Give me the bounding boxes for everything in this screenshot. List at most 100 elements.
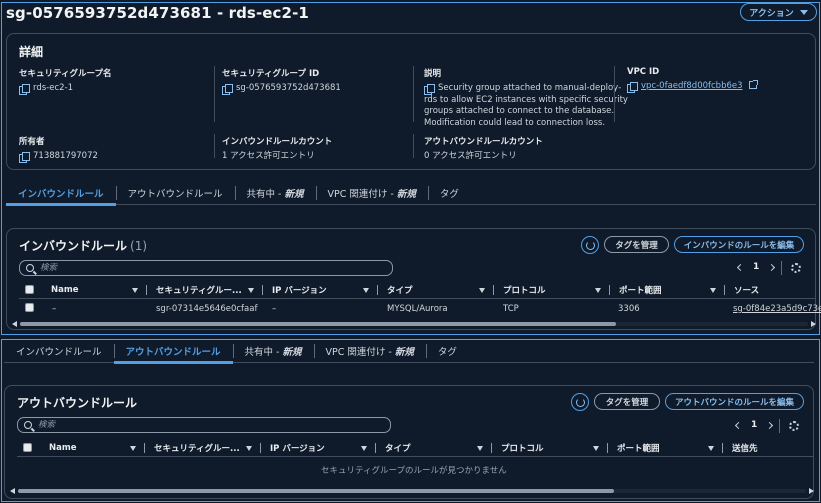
column-header[interactable]: ポート範囲 — [617, 439, 660, 457]
inbound-rules-count: (1) — [130, 239, 148, 253]
column-header[interactable]: Name — [51, 281, 78, 299]
sg-name-field: セキュリティグループ名 rds-ec2-1 — [19, 67, 111, 95]
sort-caret-icon[interactable] — [708, 446, 714, 451]
chevron-left-icon[interactable] — [736, 263, 745, 271]
tab-sharing[interactable]: 共有中 - 新規 — [232, 339, 314, 362]
scroll-thumb[interactable] — [18, 489, 614, 493]
tab-tags[interactable]: タグ — [425, 339, 469, 362]
column-divider — [609, 285, 610, 295]
edit-outbound-rules-button[interactable]: アウトバウンドのルールを編集 — [665, 393, 804, 410]
tab-inbound-rules[interactable]: インバウンドルール — [4, 339, 114, 362]
column-header[interactable]: IP バージョン — [270, 439, 325, 457]
refresh-icon — [575, 397, 585, 407]
sg-name-label: セキュリティグループ名 — [19, 69, 112, 79]
tab-outbound-rules[interactable]: アウトバウンドルール — [115, 181, 235, 204]
chevron-left-icon[interactable] — [734, 421, 743, 429]
sort-caret-icon[interactable] — [246, 446, 252, 451]
column-header[interactable]: タイプ — [385, 439, 411, 457]
sort-caret-icon[interactable] — [132, 288, 138, 293]
divider — [214, 66, 215, 122]
row-checkbox[interactable] — [25, 303, 34, 312]
inbound-count-value: 1 アクセス許可エントリ — [222, 151, 315, 161]
tab-tags[interactable]: タグ — [427, 181, 471, 204]
column-divider — [491, 443, 492, 453]
sort-caret-icon[interactable] — [595, 288, 601, 293]
column-divider — [607, 443, 608, 453]
column-divider — [377, 285, 378, 295]
column-header[interactable]: ソース — [734, 281, 759, 299]
scroll-thumb[interactable] — [20, 322, 616, 326]
gear-icon[interactable] — [789, 421, 799, 431]
sort-caret-icon[interactable] — [477, 446, 483, 451]
chevron-right-icon[interactable] — [766, 421, 774, 429]
tab-vpc-associations[interactable]: VPC 関連付け - 新規 — [315, 181, 428, 204]
tab-label: インバウンドルール — [16, 346, 102, 358]
column-header[interactable]: タイプ — [387, 281, 413, 299]
sort-caret-icon[interactable] — [479, 288, 485, 293]
refresh-button[interactable] — [571, 393, 589, 411]
sort-caret-icon[interactable] — [593, 446, 599, 451]
copy-icon[interactable] — [627, 82, 638, 93]
tab-inbound-rules[interactable]: インバウンドルール — [6, 181, 116, 206]
manage-tags-button[interactable]: タグを管理 — [594, 393, 660, 410]
scroll-left-icon[interactable] — [10, 488, 15, 494]
column-header[interactable]: セキュリティグルー... — [156, 281, 242, 299]
search-icon — [26, 264, 34, 272]
tab-outbound-rules[interactable]: アウトバウンドルール — [113, 339, 233, 364]
search-input[interactable] — [40, 263, 340, 273]
vpc-id-link[interactable]: vpc-0faedf8d00fcbb6e3 — [641, 81, 743, 93]
column-header[interactable]: Name — [49, 439, 76, 457]
sg-id-label: セキュリティグループ ID — [222, 69, 320, 79]
table-header: Name セキュリティグルー... IP バージョン タイプ プロトコル ポート… — [17, 439, 813, 457]
sort-caret-icon[interactable] — [361, 446, 367, 451]
outbound-count-label: アウトバウンドルールカウント — [424, 137, 543, 147]
sg-name-value: rds-ec2-1 — [33, 83, 74, 93]
scroll-left-icon[interactable] — [12, 321, 17, 327]
tab-label: アウトバウンドルール — [125, 346, 221, 358]
search-input[interactable] — [38, 420, 338, 430]
actions-button[interactable]: アクション — [740, 3, 817, 21]
empty-state-message: セキュリティグループのルールが見つかりません — [321, 466, 507, 476]
page-number[interactable]: 1 — [751, 420, 757, 430]
edit-inbound-rules-button[interactable]: インバウンドのルールを編集 — [674, 236, 804, 253]
refresh-button[interactable] — [581, 236, 599, 254]
copy-icon[interactable] — [19, 152, 30, 163]
manage-tags-button[interactable]: タグを管理 — [604, 236, 669, 253]
sort-caret-icon[interactable] — [710, 288, 716, 293]
description-value: Security group attached to manual-deploy… — [438, 83, 621, 95]
page-number[interactable]: 1 — [753, 262, 759, 272]
column-divider — [722, 443, 723, 453]
gear-icon[interactable] — [791, 263, 801, 273]
sort-caret-icon[interactable] — [363, 288, 369, 293]
cell-source-link[interactable]: sg-0f84e23a5d9c73e0 — [733, 304, 821, 314]
description-line: rds to allow EC2 instances with specific… — [424, 94, 628, 105]
column-header[interactable]: プロトコル — [503, 281, 546, 299]
column-header[interactable]: ポート範囲 — [619, 281, 662, 299]
copy-icon[interactable] — [424, 84, 435, 95]
sort-caret-icon[interactable] — [248, 288, 254, 293]
select-all-checkbox[interactable] — [25, 285, 34, 294]
select-all-checkbox[interactable] — [23, 443, 32, 452]
cell-ip-version: – — [272, 304, 277, 314]
tab-vpc-associations[interactable]: VPC 関連付け - 新規 — [313, 339, 426, 362]
sort-caret-icon[interactable] — [130, 446, 136, 451]
tab-sharing[interactable]: 共有中 - 新規 — [234, 181, 316, 204]
column-header[interactable]: IP バージョン — [272, 281, 327, 299]
copy-icon[interactable] — [19, 84, 30, 95]
horizontal-scrollbar[interactable] — [9, 488, 815, 494]
description-field: 説明 Security group attached to manual-dep… — [424, 67, 628, 129]
tab-label: タグ — [439, 188, 459, 200]
column-header[interactable]: 送信先 — [732, 439, 758, 457]
chevron-right-icon[interactable] — [768, 263, 776, 271]
horizontal-scrollbar[interactable] — [11, 321, 817, 327]
search-box — [17, 417, 391, 433]
description-label: 説明 — [424, 69, 442, 79]
cell-name: – — [52, 304, 57, 314]
scroll-right-icon[interactable] — [811, 321, 816, 327]
scroll-right-icon[interactable] — [809, 488, 814, 494]
copy-icon[interactable] — [222, 84, 233, 95]
column-header[interactable]: プロトコル — [501, 439, 544, 457]
column-divider — [146, 285, 147, 295]
column-header[interactable]: セキュリティグルー... — [154, 439, 240, 457]
cell-port-range: 3306 — [618, 304, 640, 314]
